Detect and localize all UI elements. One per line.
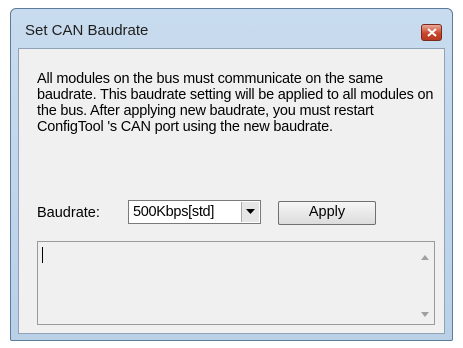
dropdown-button[interactable] <box>241 202 259 222</box>
baudrate-selected-value: 500Kbps[std] <box>133 204 215 220</box>
scroll-up-icon[interactable] <box>421 255 429 260</box>
chevron-down-icon <box>246 209 255 214</box>
title-bar[interactable]: Set CAN Baudrate <box>11 9 452 45</box>
scroll-down-icon[interactable] <box>421 312 429 317</box>
apply-button[interactable]: Apply <box>278 201 376 225</box>
baudrate-select[interactable]: 500Kbps[std] <box>128 200 261 224</box>
vertical-scrollbar[interactable] <box>417 242 434 324</box>
dialog-window: Set CAN Baudrate All modules on the bus … <box>10 8 453 341</box>
log-textarea[interactable] <box>37 241 435 325</box>
window-title: Set CAN Baudrate <box>25 22 149 39</box>
dialog-body: All modules on the bus must communicate … <box>18 48 445 334</box>
baudrate-label: Baudrate: <box>37 205 100 221</box>
close-icon <box>427 28 437 37</box>
close-button[interactable] <box>421 24 442 41</box>
info-message: All modules on the bus must communicate … <box>37 71 434 135</box>
text-caret <box>42 247 43 263</box>
